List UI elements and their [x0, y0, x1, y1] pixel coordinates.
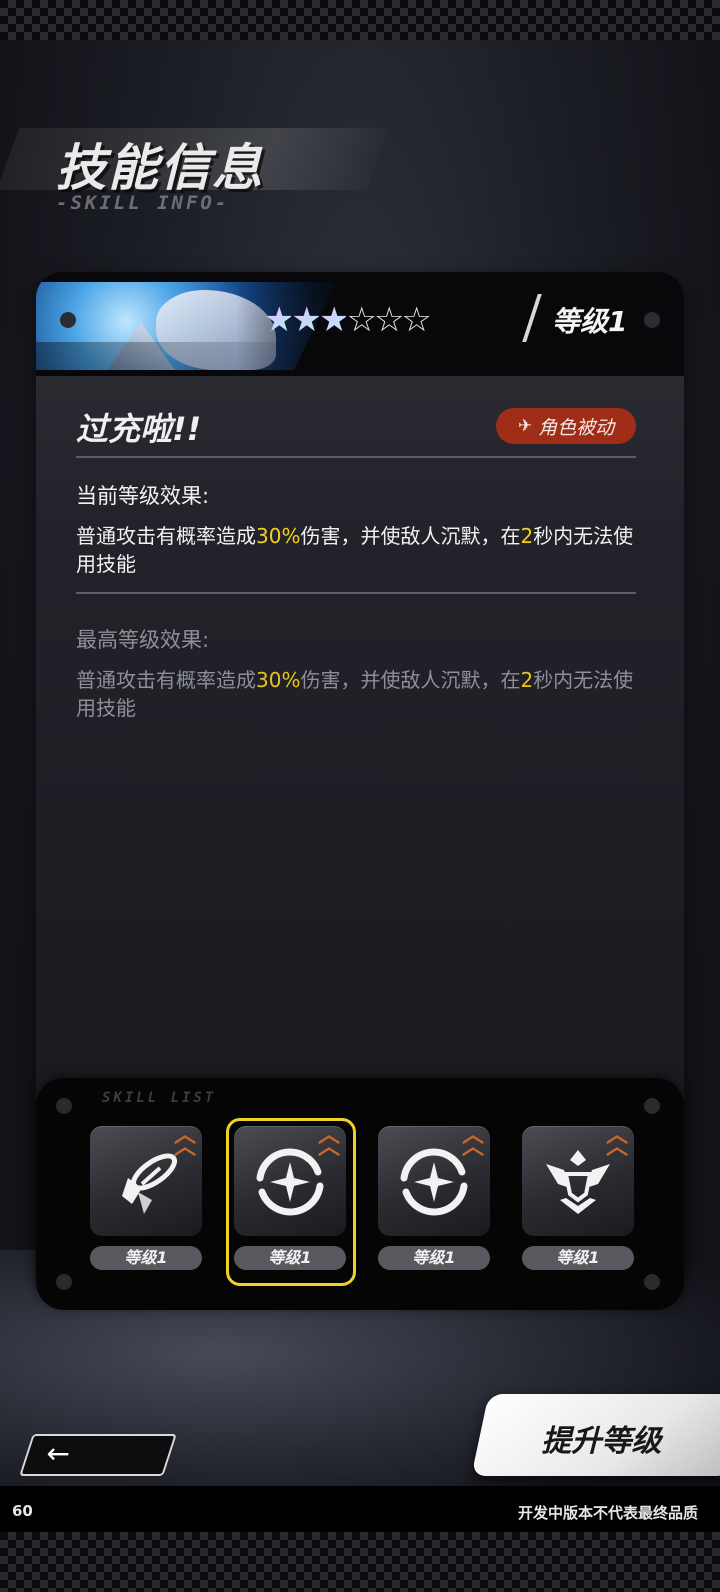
skill-list-panel: SKILL LIST ︿ ︿ 等级1 ︿ ︿ 等级1 ︿ ︿ 等级1 ︿ ︿ 等… — [36, 1078, 684, 1310]
satellite-dish-icon — [122, 1153, 177, 1214]
slot-level: 等级1 — [90, 1246, 202, 1270]
orbit-star-icon — [400, 1148, 468, 1216]
skill-slot-2[interactable]: ︿ ︿ 等级1 — [226, 1118, 356, 1286]
fps-counter: 60 — [12, 1502, 33, 1520]
star-empty-icon: ☆ — [401, 300, 432, 340]
star-rating: ★★★☆☆☆ — [264, 300, 432, 340]
level-divider — [522, 294, 542, 342]
skill-name: 过充啦!! — [76, 410, 202, 448]
divider — [76, 456, 636, 458]
skill-type-label: 角色被动 — [538, 416, 615, 439]
duration-value: 2 — [520, 524, 534, 548]
top-checker-strip — [0, 0, 720, 40]
max-effect-title: 最高等级效果: — [76, 628, 210, 652]
orbit-star-icon — [256, 1148, 324, 1216]
star-empty-icon: ☆ — [373, 300, 405, 340]
panel-rivet — [644, 1098, 660, 1114]
max-effect-desc: 普通攻击有概率造成30%伤害，并使敌人沉默，在2秒内无法使用技能 — [76, 668, 634, 720]
build-disclaimer: 开发中版本不代表最终品质 — [517, 1504, 698, 1522]
upgrade-level-button[interactable]: 提升等级 — [471, 1394, 720, 1476]
star-empty-icon: ☆ — [346, 300, 377, 340]
page-subtitle: -SKILL INFO- — [56, 192, 230, 214]
star-filled-icon: ★ — [291, 300, 322, 340]
duration-value: 2 — [520, 668, 534, 692]
panel-rivet — [56, 1098, 72, 1114]
upgrade-chevron-icon: ︿ ︿ — [461, 1123, 484, 1160]
panel-rivet — [60, 312, 76, 328]
back-arrow-icon: ← — [46, 1437, 70, 1470]
skill-slot-3[interactable]: ︿ ︿ 等级1 — [378, 1123, 490, 1274]
skill-header-bar: ★★★☆☆☆ 等级1 — [36, 272, 684, 376]
crest-emblem-icon — [546, 1150, 610, 1214]
pinwheel-icon: ✈ — [517, 416, 533, 436]
bottom-checker-strip — [0, 1532, 720, 1592]
slot-level: 等级1 — [378, 1246, 490, 1270]
current-effect-desc: 普通攻击有概率造成30%伤害，并使敌人沉默，在2秒内无法使用技能 — [76, 524, 634, 576]
upgrade-chevron-icon: ︿ ︿ — [173, 1123, 196, 1160]
damage-value: 30% — [256, 524, 301, 548]
back-button[interactable]: ← — [19, 1434, 177, 1476]
current-effect-title: 当前等级效果: — [76, 484, 210, 508]
skill-list-tag: SKILL LIST — [102, 1090, 217, 1106]
skill-type-badge: ✈ 角色被动 — [496, 408, 636, 444]
skill-slot-4[interactable]: ︿ ︿ 等级1 — [522, 1123, 634, 1274]
upgrade-chevron-icon: ︿ ︿ — [605, 1123, 628, 1160]
slot-level: 等级1 — [522, 1246, 634, 1270]
damage-value: 30% — [256, 668, 301, 692]
star-filled-icon: ★ — [264, 300, 295, 340]
panel-rivet — [644, 312, 660, 328]
skill-slot-1[interactable]: ︿ ︿ 等级1 — [90, 1123, 202, 1274]
star-filled-icon: ★ — [318, 300, 350, 340]
skill-level-label: 等级1 — [552, 305, 628, 338]
upgrade-level-label: 提升等级 — [541, 1424, 662, 1459]
panel-rivet — [56, 1274, 72, 1290]
slot-level: 等级1 — [234, 1246, 346, 1270]
upgrade-chevron-icon: ︿ ︿ — [317, 1123, 340, 1160]
divider — [76, 592, 636, 594]
page-title: 技能信息 — [56, 139, 264, 197]
panel-rivet — [644, 1274, 660, 1290]
